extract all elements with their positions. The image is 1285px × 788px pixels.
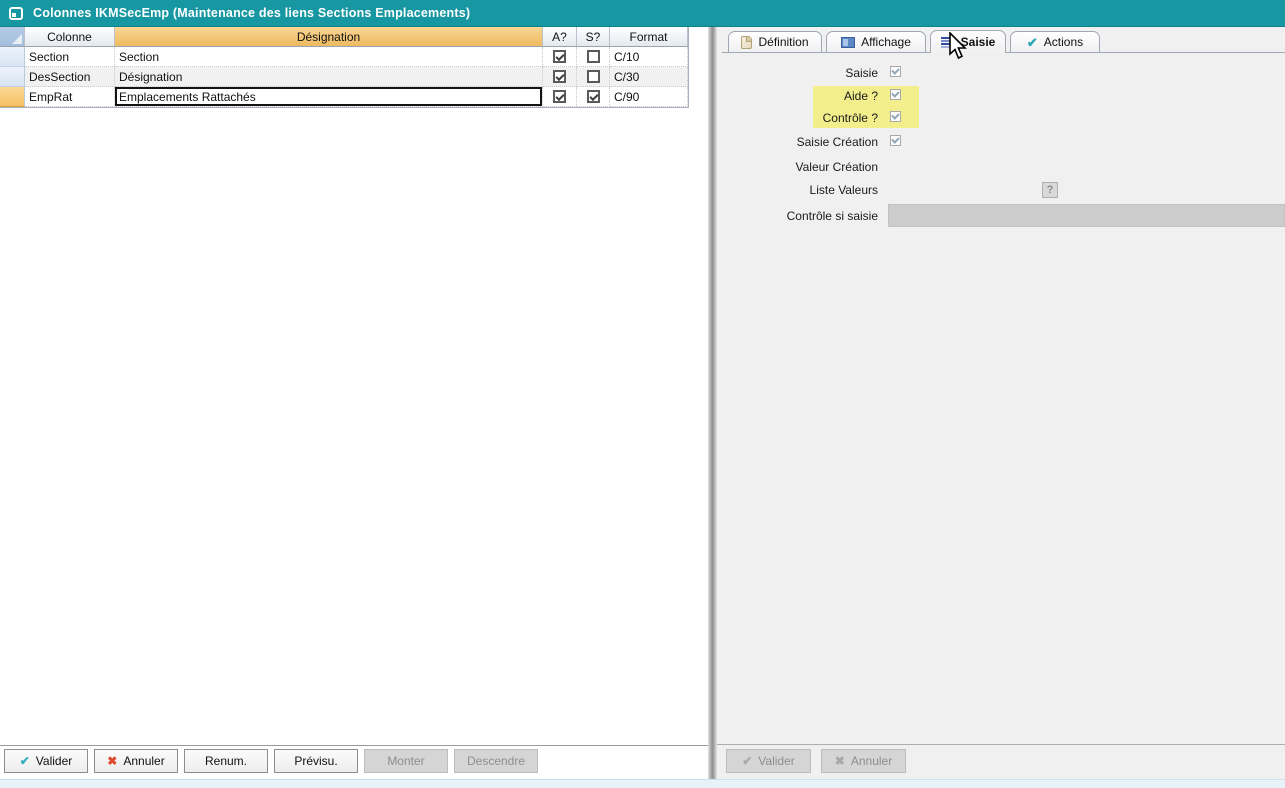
tab-label: Actions: [1044, 35, 1083, 49]
check-icon: ✔: [1027, 36, 1038, 49]
tab-saisie[interactable]: Saisie: [930, 30, 1006, 53]
liste-valeurs-help-button[interactable]: ?: [1042, 182, 1058, 198]
checkbox-aide[interactable]: [890, 89, 901, 100]
column-header-format[interactable]: Format: [610, 27, 688, 47]
columns-grid-panel: [0, 27, 708, 780]
cross-icon: ✖: [107, 755, 117, 767]
button-label: Valider: [36, 754, 72, 768]
columns-table: Colonne Désignation A? S? Format Section…: [0, 27, 689, 108]
tab-affichage[interactable]: Affichage: [826, 31, 926, 52]
label-controle-si-saisie: Contrôle si saisie: [718, 209, 878, 223]
checkbox-a[interactable]: [553, 50, 566, 63]
button-label: Valider: [758, 754, 794, 768]
tab-definition[interactable]: Définition: [728, 31, 822, 52]
column-header-a[interactable]: A?: [543, 27, 577, 47]
cell-format[interactable]: C/90: [610, 87, 688, 107]
renum-button[interactable]: Renum.: [184, 749, 268, 773]
annuler-button-right[interactable]: ✖ Annuler: [821, 749, 906, 773]
label-controle: Contrôle ?: [718, 111, 878, 125]
cell-s-checkbox[interactable]: [577, 87, 610, 107]
checkbox-a[interactable]: [553, 70, 566, 83]
checkbox-s[interactable]: [587, 70, 600, 83]
row-selector[interactable]: [0, 47, 25, 67]
column-header-designation[interactable]: Désignation: [115, 27, 543, 47]
checkbox-controle[interactable]: [890, 111, 901, 122]
valider-button[interactable]: ✔ Valider: [4, 749, 88, 773]
cell-a-checkbox[interactable]: [543, 47, 577, 67]
controle-si-saisie-input[interactable]: [888, 204, 1285, 227]
window-form-icon: [9, 7, 23, 20]
checkbox-saisie[interactable]: [890, 66, 901, 77]
app-window: Colonnes IKMSecEmp (Maintenance des lien…: [0, 0, 1285, 788]
document-icon: [741, 36, 752, 49]
cell-a-checkbox[interactable]: [543, 87, 577, 107]
cell-s-checkbox[interactable]: [577, 47, 610, 67]
checkbox-s[interactable]: [587, 90, 600, 103]
select-all-cell[interactable]: [0, 27, 25, 47]
valider-button-right[interactable]: ✔ Valider: [726, 749, 811, 773]
descendre-button[interactable]: Descendre: [454, 749, 538, 773]
check-icon: ✔: [20, 755, 30, 767]
checkbox-saisie-creation[interactable]: [890, 135, 901, 146]
cell-designation[interactable]: Section: [115, 47, 543, 67]
label-saisie-creation: Saisie Création: [718, 135, 878, 149]
title-bar: Colonnes IKMSecEmp (Maintenance des lien…: [0, 0, 1285, 27]
status-strip: [0, 779, 1285, 788]
right-buttonbar-separator: [717, 744, 1285, 745]
mouse-cursor: [948, 32, 967, 60]
label-liste-valeurs: Liste Valeurs: [718, 183, 878, 197]
column-header-s[interactable]: S?: [577, 27, 610, 47]
cell-designation[interactable]: Désignation: [115, 67, 543, 87]
column-header-colonne[interactable]: Colonne: [25, 27, 115, 47]
cell-colonne[interactable]: Section: [25, 47, 115, 67]
label-valeur-creation: Valeur Création: [718, 160, 878, 174]
cell-colonne[interactable]: DesSection: [25, 67, 115, 87]
button-label: Prévisu.: [294, 754, 337, 768]
row-selector-current[interactable]: [0, 87, 25, 107]
button-label: Annuler: [123, 754, 164, 768]
check-icon: ✔: [742, 755, 752, 767]
left-buttonbar-separator: [0, 745, 708, 746]
tab-label: Définition: [758, 35, 808, 49]
row-selector[interactable]: [0, 67, 25, 87]
cell-format[interactable]: C/10: [610, 47, 688, 67]
monter-button[interactable]: Monter: [364, 749, 448, 773]
cross-icon: ✖: [835, 755, 845, 767]
cell-s-checkbox[interactable]: [577, 67, 610, 87]
button-label: Renum.: [205, 754, 247, 768]
annuler-button[interactable]: ✖ Annuler: [94, 749, 178, 773]
checkbox-s[interactable]: [587, 50, 600, 63]
panel-splitter[interactable]: [708, 27, 717, 779]
cell-a-checkbox[interactable]: [543, 67, 577, 87]
cell-format[interactable]: C/30: [610, 67, 688, 87]
cell-designation-selected[interactable]: Emplacements Rattachés: [115, 87, 543, 107]
tab-actions[interactable]: ✔ Actions: [1010, 31, 1100, 52]
tab-label: Affichage: [861, 35, 911, 49]
cell-colonne[interactable]: EmpRat: [25, 87, 115, 107]
display-icon: [841, 37, 855, 48]
button-label: Descendre: [467, 754, 525, 768]
button-label: Annuler: [851, 754, 892, 768]
previsu-button[interactable]: Prévisu.: [274, 749, 358, 773]
label-aide: Aide ?: [718, 89, 878, 103]
label-saisie: Saisie: [718, 66, 878, 80]
select-all-triangle-icon: [12, 34, 22, 44]
button-label: Monter: [387, 754, 424, 768]
checkbox-a[interactable]: [553, 90, 566, 103]
window-title: Colonnes IKMSecEmp (Maintenance des lien…: [33, 6, 470, 20]
